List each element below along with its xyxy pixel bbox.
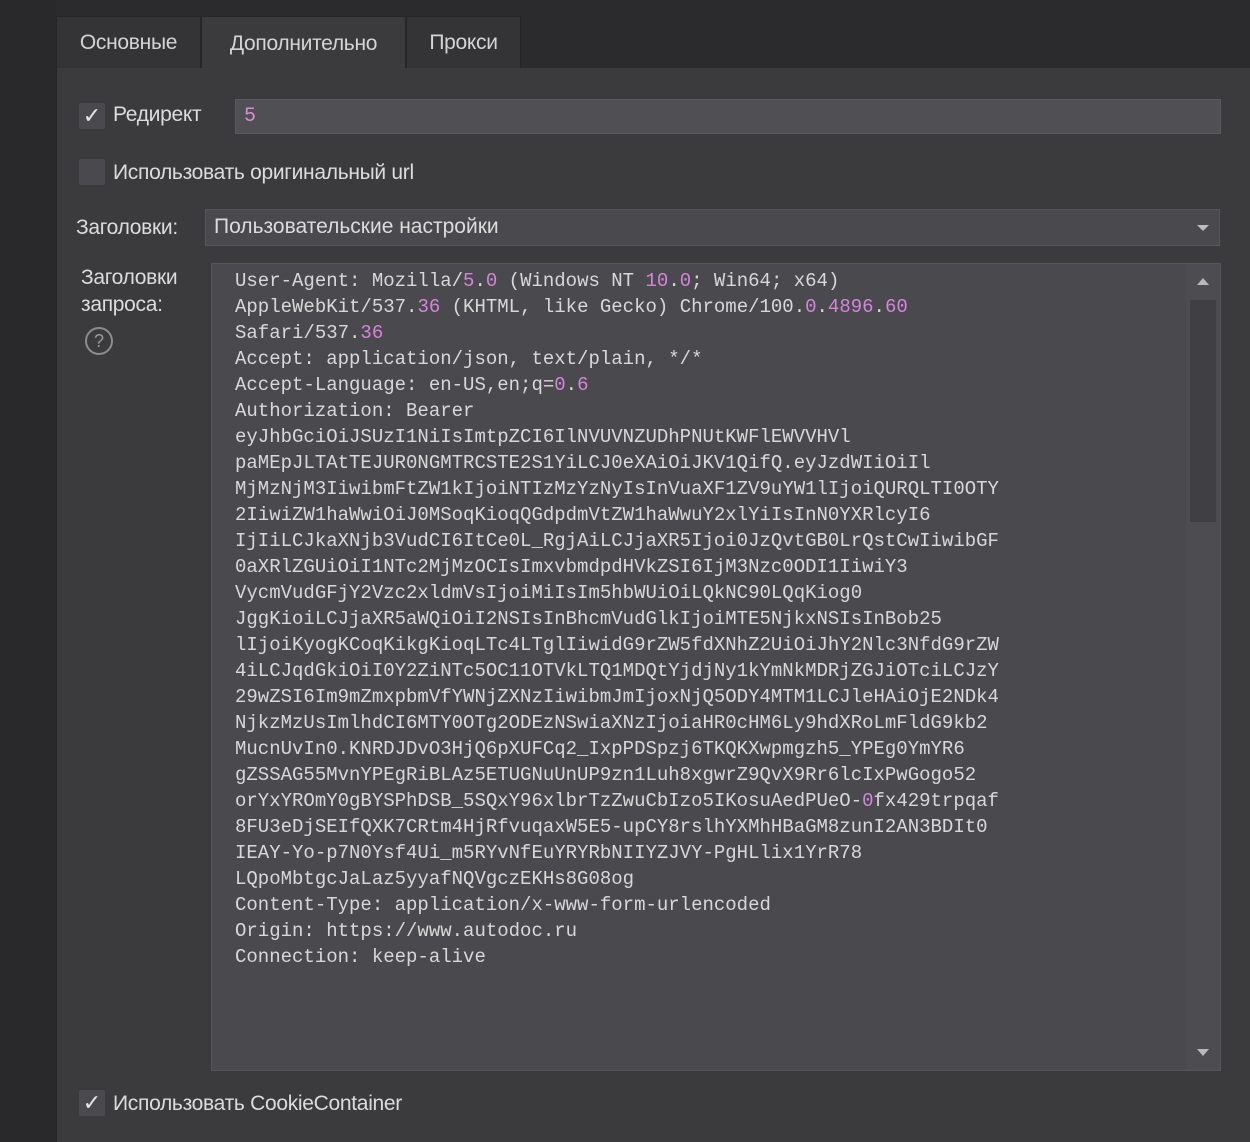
headers-select[interactable]: Пользовательские настройки <box>205 209 1220 246</box>
cookie-container-label: Использовать CookieContainer <box>113 1092 403 1115</box>
checkmark-icon: ✓ <box>82 1090 102 1115</box>
headers-label: Заголовки: <box>76 216 178 239</box>
original-url-label: Использовать оригинальный url <box>113 161 414 184</box>
tab-advanced[interactable]: Дополнительно <box>201 16 406 70</box>
request-headers-label-line1: Заголовки <box>81 266 178 289</box>
tab-bar: Основные Дополнительно Прокси <box>56 16 1250 70</box>
scroll-down-icon[interactable] <box>1197 1049 1209 1056</box>
request-headers-label-line2: запроса: <box>81 293 163 316</box>
original-url-checkbox[interactable] <box>79 159 105 185</box>
editor-scrollbar[interactable] <box>1186 264 1220 1070</box>
headers-select-value: Пользовательские настройки <box>214 215 499 238</box>
advanced-panel: ✓ Редирект Использовать оригинальный url… <box>56 68 1250 1142</box>
redirect-input[interactable] <box>235 99 1221 134</box>
question-circle-icon[interactable]: ? <box>85 327 113 355</box>
chevron-down-icon <box>1197 225 1209 231</box>
request-headers-editor[interactable]: User-Agent: Mozilla/5.0 (Windows NT 10.0… <box>211 263 1221 1071</box>
redirect-label: Редирект <box>113 103 202 126</box>
tab-basic[interactable]: Основные <box>56 16 201 68</box>
redirect-checkbox[interactable]: ✓ <box>79 103 105 129</box>
tab-proxy[interactable]: Прокси <box>406 16 521 68</box>
left-strip <box>0 0 56 1142</box>
request-headers-text[interactable]: User-Agent: Mozilla/5.0 (Windows NT 10.0… <box>235 268 1185 970</box>
scroll-up-icon[interactable] <box>1197 278 1209 285</box>
scrollbar-thumb[interactable] <box>1190 300 1216 522</box>
cookie-container-checkbox[interactable]: ✓ <box>79 1090 105 1116</box>
checkmark-icon: ✓ <box>82 103 102 128</box>
